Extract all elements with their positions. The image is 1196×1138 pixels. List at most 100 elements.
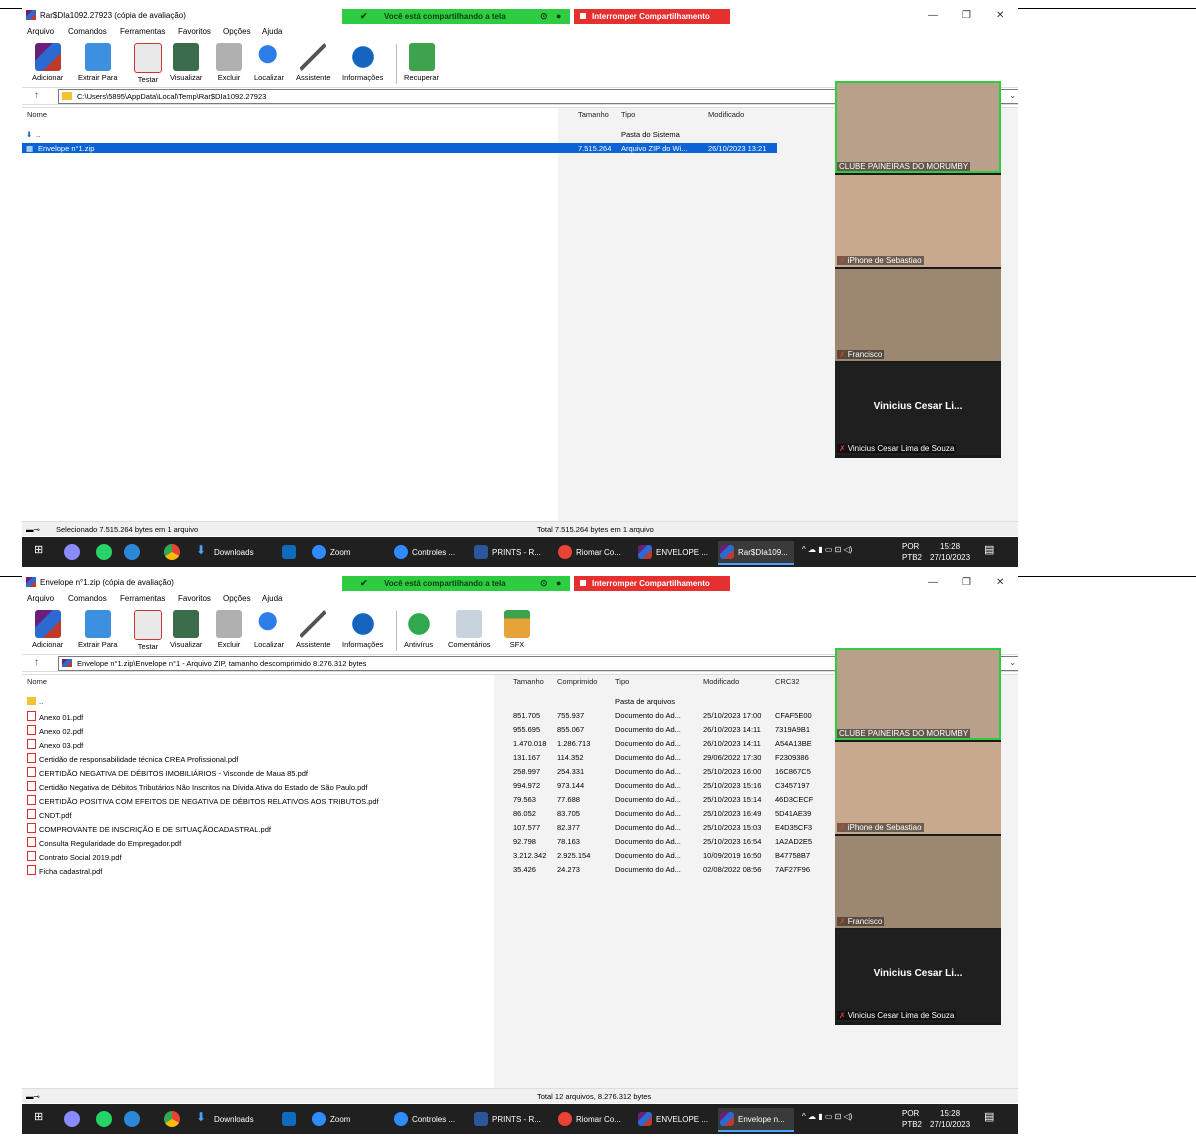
list-item[interactable]: Certidão de responsabilidade técnica CRE… <box>22 752 822 764</box>
close-icon[interactable]: ✕ <box>996 577 1004 588</box>
repair-button[interactable]: Recuperar <box>404 43 439 82</box>
windows-start-icon[interactable]: ⊞ <box>34 1110 43 1123</box>
col-name[interactable]: Nome <box>27 677 47 686</box>
chevron-down-icon[interactable]: ⌄ <box>1009 91 1016 100</box>
edge-icon[interactable] <box>124 544 140 560</box>
list-item[interactable]: CERTIDÃO NEGATIVA DE DÉBITOS IMOBILIÁRIO… <box>22 766 822 778</box>
list-item-selected[interactable]: ▦ Envelope n°1.zip 7.515.264 Arquivo ZIP… <box>22 143 777 153</box>
close-icon[interactable]: ✕ <box>996 10 1004 21</box>
wizard-button[interactable]: Assistente <box>296 610 331 649</box>
col-packed[interactable]: Comprimido <box>557 677 597 686</box>
list-item[interactable]: ⬇ .. Pasta do Sistema <box>22 129 782 139</box>
info-button[interactable]: Informações <box>342 43 383 82</box>
stop-share-button[interactable]: Interromper Compartilhamento <box>574 9 730 24</box>
edge-icon[interactable] <box>124 1111 140 1127</box>
list-item[interactable]: .. Pasta de arquivos <box>22 696 822 706</box>
col-size[interactable]: Tamanho <box>578 110 609 119</box>
app-icon[interactable] <box>64 1111 80 1127</box>
list-item[interactable]: Ficha cadastral.pdf 35.426 24.273 Documento… <box>22 864 822 876</box>
extract-button[interactable]: Extrair Para <box>78 610 118 649</box>
col-name[interactable]: Nome <box>27 110 47 119</box>
chrome-icon[interactable] <box>164 544 180 560</box>
keyboard-layout[interactable]: PTB2 <box>902 1120 922 1129</box>
minimize-icon[interactable]: — <box>928 10 938 21</box>
extract-button[interactable]: Extrair Para <box>78 43 118 82</box>
whatsapp-icon[interactable] <box>96 544 112 560</box>
taskbar-controles[interactable]: Controles ... <box>392 541 464 563</box>
taskbar-controles[interactable]: Controles ... <box>392 1108 464 1130</box>
notification-icon[interactable]: ▤ <box>984 543 994 556</box>
taskbar-winrar-active[interactable]: Envelope n... <box>718 1108 794 1132</box>
app-icon[interactable] <box>64 544 80 560</box>
comments-button[interactable]: Comentários <box>448 610 491 649</box>
list-item[interactable]: Consulta Regularidade do Empregador.pdf 9… <box>22 836 822 848</box>
taskbar-prints[interactable]: PRINTS - R... <box>472 541 550 563</box>
find-button[interactable]: Localizar <box>254 43 284 82</box>
taskbar-downloads[interactable]: ⬇ Downloads <box>194 541 266 563</box>
find-button[interactable]: Localizar <box>254 610 284 649</box>
list-item[interactable]: Certidão Negativa de Débitos Tributários… <box>22 780 822 792</box>
menu-ajuda[interactable]: Ajuda <box>262 27 282 36</box>
taskbar-prints[interactable]: PRINTS - R... <box>472 1108 550 1130</box>
list-item[interactable]: Contrato Social 2019.pdf 3.212.342 2.925.1… <box>22 850 822 862</box>
menu-arquivo[interactable]: Arquivo <box>27 27 54 36</box>
menu-comandos[interactable]: Comandos <box>68 594 107 603</box>
up-arrow-icon[interactable]: ↑ <box>34 90 39 101</box>
taskbar-downloads[interactable]: ⬇ Downloads <box>194 1108 266 1130</box>
sfx-button[interactable]: SFX <box>504 610 530 649</box>
list-item[interactable]: Anexo 02.pdf 955.695 855.067 Documento do A… <box>22 724 822 736</box>
participant-tile[interactable]: ✗ iPhone de Sebastiao <box>835 742 1001 834</box>
participant-tile[interactable]: ✗ iPhone de Sebastiao <box>835 175 1001 267</box>
menu-favoritos[interactable]: Favoritos <box>178 27 211 36</box>
list-item[interactable]: COMPROVANTE DE INSCRIÇÃO E DE SITUAÇÃOCA… <box>22 822 822 834</box>
tray-icons[interactable]: ^ ☁ ▮ ▭ ⊡ ◁) <box>802 545 852 554</box>
menu-opcoes[interactable]: Opções <box>223 594 251 603</box>
col-modified[interactable]: Modificado <box>708 110 744 119</box>
menu-ajuda[interactable]: Ajuda <box>262 594 282 603</box>
view-button[interactable]: Visualizar <box>170 610 202 649</box>
taskbar-zoom[interactable]: Zoom <box>310 1108 370 1130</box>
notification-icon[interactable]: ▤ <box>984 1110 994 1123</box>
participant-tile[interactable]: CLUBE PAINEIRAS DO MORUMBY <box>835 648 1001 740</box>
taskbar-riomar[interactable]: Riomar Co... <box>556 1108 632 1130</box>
up-arrow-icon[interactable]: ↑ <box>34 657 39 668</box>
participant-tile[interactable]: Vinicius Cesar Li... ✗ Vinicius Cesar Lima… <box>835 363 1001 455</box>
menu-favoritos[interactable]: Favoritos <box>178 594 211 603</box>
col-type[interactable]: Tipo <box>621 110 635 119</box>
restore-icon[interactable]: ❐ <box>962 10 971 21</box>
participant-tile[interactable]: ✗ Francisco <box>835 269 1001 361</box>
menu-opcoes[interactable]: Opções <box>223 27 251 36</box>
menu-comandos[interactable]: Comandos <box>68 27 107 36</box>
col-type[interactable]: Tipo <box>615 677 629 686</box>
test-button[interactable]: Testar <box>134 610 162 651</box>
windows-start-icon[interactable]: ⊞ <box>34 543 43 556</box>
add-button[interactable]: Adicionar <box>32 610 63 649</box>
sharing-indicator[interactable]: ✔ Você está compartilhando a tela ⊙ ● <box>342 9 570 24</box>
participant-tile[interactable]: CLUBE PAINEIRAS DO MORUMBY <box>835 81 1001 173</box>
taskbar-outlook[interactable] <box>280 1108 302 1130</box>
info-button[interactable]: Informações <box>342 610 383 649</box>
taskbar-envelope[interactable]: ENVELOPE ... <box>636 541 714 563</box>
chevron-down-icon[interactable]: ⌄ <box>1009 658 1016 667</box>
menu-ferramentas[interactable]: Ferramentas <box>120 594 165 603</box>
test-button[interactable]: Testar <box>134 43 162 84</box>
taskbar-outlook[interactable] <box>280 541 302 563</box>
delete-button[interactable]: Excluir <box>216 610 242 649</box>
delete-button[interactable]: Excluir <box>216 43 242 82</box>
list-item[interactable]: Anexo 01.pdf 851.705 755.937 Documento do A… <box>22 710 822 722</box>
sharing-indicator[interactable]: ✔ Você está compartilhando a tela ⊙ ● <box>342 576 570 591</box>
taskbar-zoom[interactable]: Zoom <box>310 541 370 563</box>
language-indicator[interactable]: POR <box>902 542 919 551</box>
tray-icons[interactable]: ^ ☁ ▮ ▭ ⊡ ◁) <box>802 1112 852 1121</box>
menu-ferramentas[interactable]: Ferramentas <box>120 27 165 36</box>
participant-tile[interactable]: ✗ Francisco <box>835 836 1001 928</box>
menu-arquivo[interactable]: Arquivo <box>27 594 54 603</box>
keyboard-layout[interactable]: PTB2 <box>902 553 922 562</box>
restore-icon[interactable]: ❐ <box>962 577 971 588</box>
clock-date[interactable]: 27/10/2023 <box>930 553 970 562</box>
taskbar-envelope[interactable]: ENVELOPE ... <box>636 1108 714 1130</box>
list-item[interactable]: Anexo 03.pdf 1.470.018 1.286.713 Documento … <box>22 738 822 750</box>
antivirus-button[interactable]: Antivírus <box>404 610 433 649</box>
taskbar-riomar[interactable]: Riomar Co... <box>556 541 632 563</box>
language-indicator[interactable]: POR <box>902 1109 919 1118</box>
